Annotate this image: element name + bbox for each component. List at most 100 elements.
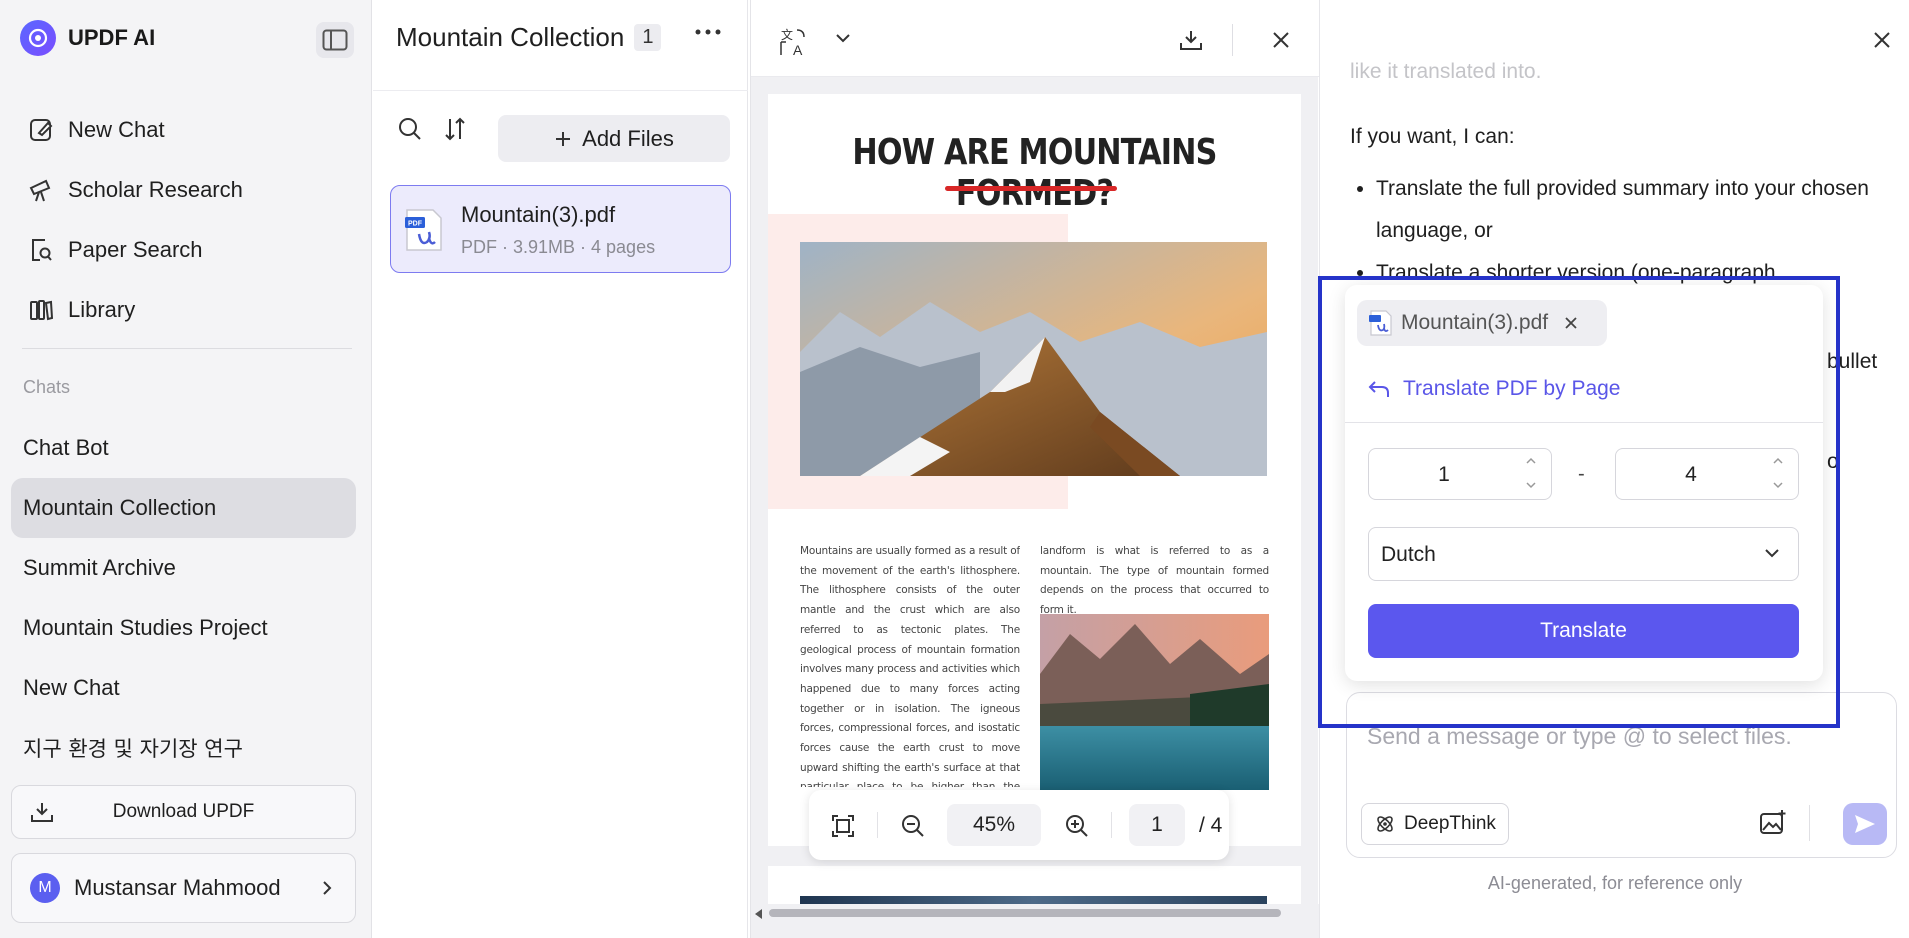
files-toolbar xyxy=(397,116,467,142)
translate-icon[interactable]: 文 A xyxy=(779,27,809,57)
message-faded-text: like it translated into. xyxy=(1350,60,1542,83)
fit-page-icon[interactable] xyxy=(831,814,855,838)
close-icon[interactable] xyxy=(1271,30,1291,50)
pdf-file-icon: PDF xyxy=(405,209,442,251)
sort-icon[interactable] xyxy=(443,116,467,142)
chat-item-active[interactable]: Mountain Collection xyxy=(11,478,356,538)
page-total: / 4 xyxy=(1199,814,1223,837)
search-icon[interactable] xyxy=(397,116,423,142)
lake-photo xyxy=(1040,614,1269,790)
chat-item-label: New Chat xyxy=(23,675,120,700)
download-icon xyxy=(31,803,53,822)
message-peek-text: bullet xyxy=(1827,350,1878,373)
sidebar: UPDF AI New Chat Scholar Research Paper … xyxy=(0,0,372,938)
chat-item[interactable]: Mountain Studies Project xyxy=(11,598,356,658)
translate-button[interactable]: Translate xyxy=(1368,604,1799,658)
download-updf-button[interactable]: Download UPDF xyxy=(11,785,356,839)
add-files-button[interactable]: Add Files xyxy=(498,115,730,162)
language-select[interactable]: Dutch xyxy=(1368,527,1799,581)
to-page-value: 4 xyxy=(1685,463,1697,486)
sidebar-nav: New Chat Scholar Research Paper Search L… xyxy=(12,100,356,340)
translate-mode-label: Translate PDF by Page xyxy=(1403,377,1621,400)
more-horizontal-icon xyxy=(695,29,721,35)
chat-item[interactable]: New Chat xyxy=(11,658,356,718)
chevron-up-icon[interactable] xyxy=(1772,457,1784,465)
collection-title: Mountain Collection xyxy=(396,22,625,52)
title-underline xyxy=(945,186,1117,191)
download-icon[interactable] xyxy=(1179,29,1203,51)
horizontal-scrollbar[interactable] xyxy=(751,904,1319,938)
user-account-button[interactable]: M Mustansar Mahmood xyxy=(11,853,356,923)
pdf-page: HOW ARE MOUNTAINS FORMED? Mountains are … xyxy=(768,94,1301,846)
to-page-stepper[interactable]: 4 xyxy=(1615,448,1799,500)
sidebar-item-library[interactable]: Library xyxy=(12,280,356,340)
article-column-2: landform is what is referred to as a mou… xyxy=(1040,545,1269,617)
chevron-down-icon[interactable] xyxy=(1525,481,1537,489)
chat-item-label: Mountain Collection xyxy=(23,495,217,520)
remove-file-icon[interactable] xyxy=(1564,316,1578,330)
library-icon xyxy=(30,300,54,321)
scroll-left-icon[interactable] xyxy=(755,909,763,919)
message-intro: If you want, I can: xyxy=(1350,125,1515,148)
scrollbar-thumb[interactable] xyxy=(769,909,1281,917)
page-number-input[interactable]: 1 xyxy=(1129,804,1185,846)
sidebar-item-label: New Chat xyxy=(68,117,165,142)
add-files-label: Add Files xyxy=(582,125,674,151)
updf-logo-icon xyxy=(20,20,56,56)
app-name: UPDF AI xyxy=(68,25,156,50)
download-updf-label: Download UPDF xyxy=(112,801,255,822)
send-button[interactable] xyxy=(1843,803,1887,845)
files-header-divider xyxy=(373,90,748,91)
send-icon xyxy=(1855,815,1875,833)
selected-language: Dutch xyxy=(1381,543,1436,566)
file-meta: PDF · 3.91MB · 4 pages xyxy=(461,237,656,257)
file-card[interactable]: PDF Mountain(3).pdf PDF · 3.91MB · 4 pag… xyxy=(390,185,731,273)
chat-item[interactable]: Summit Archive xyxy=(11,538,356,598)
chevron-down-icon[interactable] xyxy=(835,33,851,43)
chat-item[interactable]: Chat Bot xyxy=(11,418,356,478)
attached-file-name: Mountain(3).pdf xyxy=(1401,311,1549,334)
chevron-down-icon[interactable] xyxy=(1772,481,1784,489)
svg-text:PDF: PDF xyxy=(408,221,423,228)
sidebar-item-new-chat[interactable]: New Chat xyxy=(12,100,356,160)
sidebar-item-label: Scholar Research xyxy=(68,177,243,202)
from-page-stepper[interactable]: 1 xyxy=(1368,448,1552,500)
chevron-up-icon[interactable] xyxy=(1525,457,1537,465)
zoom-in-icon[interactable] xyxy=(1065,814,1089,838)
page-controls: 45% 1 / 4 xyxy=(809,790,1229,860)
add-image-icon[interactable] xyxy=(1759,809,1787,835)
sidebar-item-paper-search[interactable]: Paper Search xyxy=(12,220,356,280)
chevron-right-icon xyxy=(323,881,332,895)
zoom-out-icon[interactable] xyxy=(901,814,925,838)
telescope-icon xyxy=(29,179,51,202)
from-page-value: 1 xyxy=(1438,463,1450,486)
translate-popover: Mountain(3).pdf Translate PDF by Page 1 … xyxy=(1345,285,1823,681)
svg-text:文: 文 xyxy=(781,27,793,42)
message-bullet: Translate the full provided summary into… xyxy=(1376,168,1870,252)
atom-icon xyxy=(1377,816,1393,832)
translate-mode-back-link[interactable]: Translate PDF by Page xyxy=(1367,377,1621,401)
sidebar-item-label: Library xyxy=(68,297,136,322)
more-options-button[interactable] xyxy=(695,28,721,36)
deepthink-toggle[interactable]: DeepThink xyxy=(1361,803,1509,845)
toolbar-divider xyxy=(1232,24,1233,56)
sidebar-toggle-button[interactable] xyxy=(316,22,354,58)
viewer-toolbar: 文 A xyxy=(751,0,1319,77)
zoom-level[interactable]: 45% xyxy=(947,804,1041,846)
close-icon[interactable] xyxy=(1872,30,1892,50)
composer-divider xyxy=(1809,805,1810,841)
popover-divider xyxy=(1345,422,1823,423)
chat-item[interactable]: 지구 환경 및 자기장 연구 xyxy=(11,718,356,778)
message-peek-text: o xyxy=(1827,450,1839,473)
sidebar-item-scholar-research[interactable]: Scholar Research xyxy=(12,160,356,220)
sidebar-item-label: Paper Search xyxy=(68,237,203,262)
message-input-placeholder[interactable]: Send a message or type @ to select files… xyxy=(1367,723,1792,750)
attached-file-chip[interactable]: Mountain(3).pdf xyxy=(1357,300,1607,346)
message-composer[interactable]: Send a message or type @ to select files… xyxy=(1346,692,1897,858)
user-name: Mustansar Mahmood xyxy=(74,875,281,900)
sidebar-divider xyxy=(22,348,352,349)
ai-disclaimer: AI-generated, for reference only xyxy=(1487,873,1743,893)
chat-item-label: Mountain Studies Project xyxy=(23,615,268,640)
search-doc-icon xyxy=(32,239,52,261)
brand: UPDF AI xyxy=(20,20,155,56)
